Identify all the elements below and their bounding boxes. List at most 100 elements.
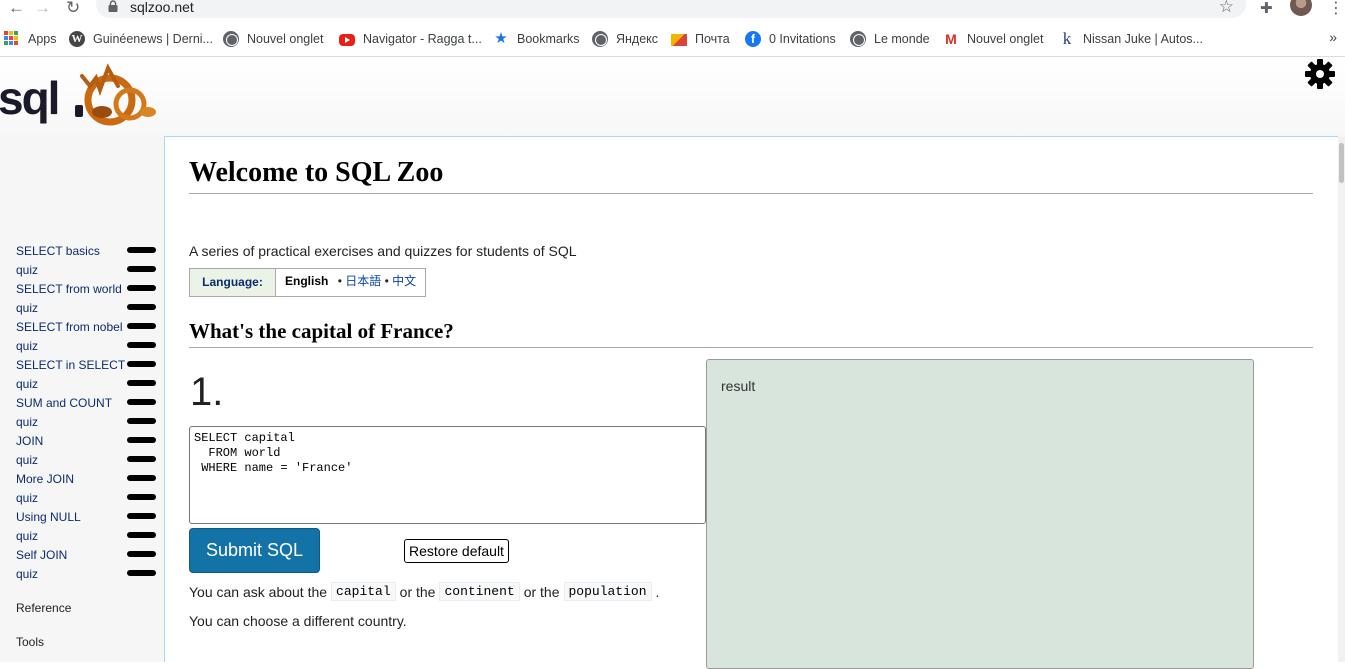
sidebar-item-quiz[interactable]: quiz: [16, 263, 38, 277]
bookmark-label: Apps: [28, 32, 57, 46]
wordpress-icon: W: [69, 31, 85, 47]
bookmark-label: 0 Invitations: [769, 32, 836, 46]
bookmark-le-monde[interactable]: Le monde: [850, 30, 930, 48]
progress-bar: [127, 570, 156, 576]
bookmark-bookmarks[interactable]: ★ Bookmarks: [493, 30, 580, 48]
globe-icon: [850, 31, 866, 47]
sidebar-item-more-join[interactable]: More JOIN: [16, 472, 74, 486]
address-bar[interactable]: sqlzoo.net ☆: [96, 0, 1246, 18]
hint-choose-country: You can choose a different country.: [189, 613, 407, 629]
progress-bar: [127, 247, 156, 253]
sidebar-item-select-basics[interactable]: SELECT basics: [16, 244, 100, 258]
sidebar-reference[interactable]: Reference: [16, 601, 71, 615]
sidebar-item-select-in-select[interactable]: SELECT in SELECT: [16, 358, 125, 372]
progress-bar: [127, 513, 156, 519]
sidebar-item-select-from-world[interactable]: SELECT from world: [16, 282, 122, 296]
bookmark-navigator[interactable]: Navigator - Ragga t...: [339, 30, 482, 48]
sidebar-item-quiz[interactable]: quiz: [16, 491, 38, 505]
restore-default-button[interactable]: Restore default: [404, 539, 509, 563]
sidebar-item-using-null[interactable]: Using NULL: [16, 510, 81, 524]
bookmark-label: Navigator - Ragga t...: [363, 32, 482, 46]
sidebar-item-quiz[interactable]: quiz: [16, 377, 38, 391]
result-label: result: [721, 378, 756, 394]
apps-grid-icon: [4, 31, 20, 47]
bookmark-apps[interactable]: Apps: [4, 30, 57, 48]
progress-bar: [127, 494, 156, 500]
sidebar-item-quiz[interactable]: quiz: [16, 339, 38, 353]
bookmark-label: Le monde: [874, 32, 930, 46]
forward-arrow-icon[interactable]: →: [34, 0, 51, 16]
globe-icon: [592, 31, 608, 47]
profile-avatar[interactable]: [1290, 0, 1312, 16]
progress-bar: [127, 285, 156, 291]
sqlzoo-logo[interactable]: sql: [0, 60, 160, 128]
progress-bar: [127, 532, 156, 538]
lock-icon: [108, 0, 118, 12]
browser-menu-icon[interactable]: ⋮: [1328, 0, 1344, 18]
bookmark-nissan-juke[interactable]: k Nissan Juke | Autos...: [1059, 30, 1203, 48]
sidebar-item-select-from-nobel[interactable]: SELECT from nobel: [16, 320, 123, 334]
page-scrollbar[interactable]: [1338, 137, 1345, 662]
bookmark-label: Яндекс: [616, 32, 659, 46]
bookmarks-bar: Apps W Guinéenews | Derni... Nouvel ongl…: [0, 19, 1345, 57]
sidebar-item-quiz[interactable]: quiz: [16, 567, 38, 581]
language-label: Language:: [190, 269, 276, 296]
bookmark-invitations[interactable]: f 0 Invitations: [745, 30, 836, 48]
hint-text: You can ask about the capital or the con…: [189, 582, 659, 601]
sidebar-item-self-join[interactable]: Self JOIN: [16, 548, 67, 562]
bookmark-label: Nissan Juke | Autos...: [1083, 32, 1203, 46]
page-header: [0, 57, 1345, 137]
page-title: Welcome to SQL Zoo: [189, 157, 1313, 194]
browser-toolbar: ← → ↻ sqlzoo.net ☆ ✚ ⋮: [0, 0, 1345, 19]
facebook-icon: f: [745, 31, 761, 47]
language-option-chinese[interactable]: 中文: [392, 274, 416, 288]
progress-bar: [127, 323, 156, 329]
hint-suffix: .: [655, 583, 660, 600]
reload-icon[interactable]: ↻: [66, 0, 80, 16]
progress-bar: [127, 399, 156, 405]
more-bookmarks-icon[interactable]: »: [1329, 29, 1337, 45]
progress-bar: [127, 418, 156, 424]
progress-bar: [127, 456, 156, 462]
url-text[interactable]: sqlzoo.net: [130, 0, 194, 15]
progress-bar: [127, 304, 156, 310]
bookmark-pochta[interactable]: Почта: [671, 30, 730, 48]
submit-sql-button[interactable]: Submit SQL: [189, 528, 320, 573]
bookmark-label: Nouvel onglet: [247, 32, 324, 46]
bookmark-label: Почта: [695, 32, 730, 46]
sidebar-item-quiz[interactable]: quiz: [16, 453, 38, 467]
progress-bar: [127, 266, 156, 272]
sql-editor[interactable]: SELECT capital FROM world WHERE name = '…: [189, 426, 706, 524]
bookmark-star-icon[interactable]: ☆: [1219, 0, 1234, 17]
star-icon: ★: [494, 30, 508, 47]
result-panel: result: [706, 359, 1254, 669]
bookmark-label: Guinéenews | Derni...: [93, 32, 213, 46]
sidebar-item-quiz[interactable]: quiz: [16, 301, 38, 315]
hint-or: or the: [523, 583, 560, 600]
k-icon: k: [1062, 29, 1072, 48]
language-separator: •: [384, 274, 389, 288]
scrollbar-thumb[interactable]: [1339, 143, 1344, 183]
back-arrow-icon[interactable]: ←: [8, 0, 25, 16]
progress-bar: [127, 361, 156, 367]
language-option-japanese[interactable]: 日本語: [345, 274, 381, 288]
sidebar-item-quiz[interactable]: quiz: [16, 415, 38, 429]
youtube-icon: [339, 34, 355, 46]
sidebar-item-join[interactable]: JOIN: [16, 434, 43, 448]
hint-code-population: population: [563, 582, 652, 601]
sidebar-item-quiz[interactable]: quiz: [16, 529, 38, 543]
sidebar-item-sum-and-count[interactable]: SUM and COUNT: [16, 396, 112, 410]
gear-icon[interactable]: [1304, 58, 1336, 90]
progress-bar: [127, 380, 156, 386]
bookmark-yandex[interactable]: Яндекс: [592, 30, 658, 48]
bookmark-nouvel-onglet-1[interactable]: Nouvel onglet: [223, 30, 323, 48]
hint-or: or the: [399, 583, 436, 600]
language-selector: Language: English • 日本語 • 中文: [189, 268, 427, 297]
progress-bar: [127, 437, 156, 443]
extensions-puzzle-icon[interactable]: ✚: [1260, 0, 1273, 17]
sidebar-tools[interactable]: Tools: [16, 635, 44, 649]
bookmark-nouvel-onglet-2[interactable]: M Nouvel onglet: [943, 30, 1043, 48]
bookmark-label: Bookmarks: [517, 32, 580, 46]
progress-bar: [127, 342, 156, 348]
bookmark-guineenews[interactable]: W Guinéenews | Derni...: [69, 30, 213, 48]
